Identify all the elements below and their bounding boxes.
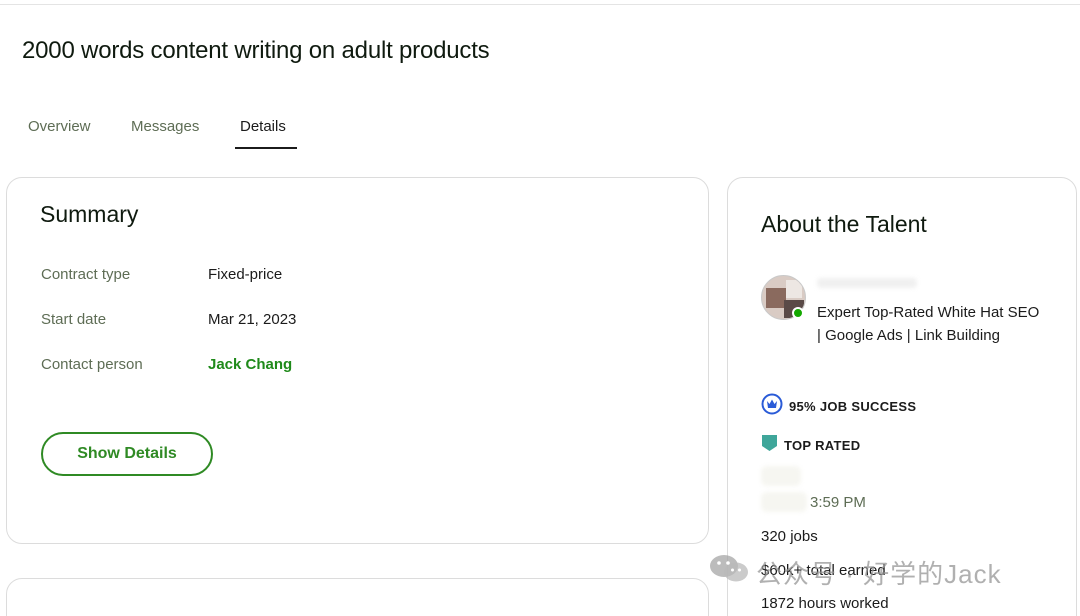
talent-headline: Expert Top-Rated White Hat SEO | Google …: [817, 304, 1040, 344]
contact-person-link[interactable]: Jack Chang: [208, 356, 292, 373]
jobs-count: 320 jobs: [761, 528, 818, 545]
contact-person-label: Contact person: [41, 356, 143, 373]
job-title: 2000 words content writing on adult prod…: [22, 37, 490, 64]
blurred-location: [761, 466, 801, 486]
top-rated-icon: [761, 434, 778, 457]
top-rated-badge: TOP RATED: [761, 434, 860, 457]
summary-card: Summary Contract type Fixed-price Start …: [6, 177, 709, 544]
online-status-dot: [792, 307, 804, 319]
active-tab-indicator: [235, 147, 297, 149]
wechat-icon: [708, 553, 750, 592]
summary-heading: Summary: [40, 201, 139, 227]
tab-messages[interactable]: Messages: [131, 118, 199, 147]
top-rated-text: TOP RATED: [784, 438, 861, 453]
talent-heading: About the Talent: [761, 211, 927, 237]
blurred-talent-name: [817, 278, 917, 288]
contract-type-label: Contract type: [41, 266, 131, 283]
watermark-text: 公众号 · 好学的Jack: [756, 558, 1002, 589]
watermark: 公众号 · 好学的Jack: [708, 553, 1002, 592]
talent-card: About the Talent Expert Top-Rated White …: [727, 177, 1077, 616]
top-divider: [0, 4, 1080, 5]
job-success-text: 95% JOB SUCCESS: [789, 399, 917, 414]
contract-details-page: 2000 words content writing on adult prod…: [0, 0, 1080, 616]
start-date-value: Mar 21, 2023: [208, 311, 297, 328]
job-success-badge: 95% JOB SUCCESS: [761, 393, 916, 420]
local-time: 3:59 PM: [810, 494, 866, 511]
blurred-location-2: [761, 492, 807, 512]
show-details-button[interactable]: Show Details: [41, 432, 213, 476]
hours-worked: 1872 hours worked: [761, 595, 889, 612]
tab-details[interactable]: Details: [240, 118, 286, 147]
secondary-card: [6, 578, 709, 616]
contract-type-value: Fixed-price: [208, 266, 283, 283]
start-date-label: Start date: [41, 311, 107, 328]
tab-overview[interactable]: Overview: [28, 118, 91, 147]
job-success-icon: [761, 393, 783, 420]
